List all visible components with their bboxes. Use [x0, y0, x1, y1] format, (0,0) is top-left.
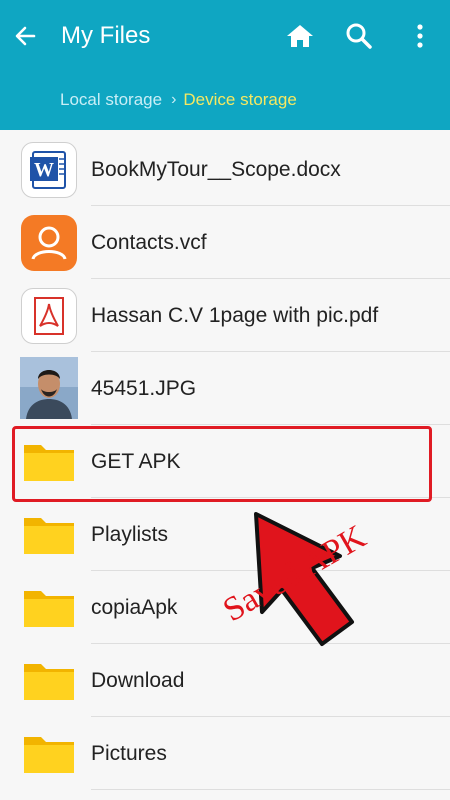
list-item[interactable]: Playlists [0, 499, 450, 571]
list-item[interactable]: 45451.JPG [0, 353, 450, 425]
divider [91, 424, 450, 425]
list-item[interactable]: Download [0, 645, 450, 717]
file-name: Hassan C.V 1page with pic.pdf [91, 304, 379, 327]
photo-thumbnail [20, 357, 78, 419]
breadcrumb: Local storage › Device storage [60, 90, 297, 110]
page-title: My Files [61, 22, 151, 49]
file-name: Pictures [91, 742, 167, 765]
breadcrumb-device-storage[interactable]: Device storage [183, 90, 296, 110]
folder-icon [24, 737, 74, 773]
back-arrow-icon[interactable] [8, 18, 44, 54]
divider [91, 278, 450, 279]
highlight-box [12, 426, 432, 502]
file-name: copiaApk [91, 596, 178, 619]
app-header: My Files Local storage › Device storage [0, 0, 450, 130]
contact-icon [21, 215, 77, 271]
home-icon[interactable] [282, 18, 318, 54]
list-item[interactable]: Hassan C.V 1page with pic.pdf [0, 280, 450, 352]
divider [91, 205, 450, 206]
breadcrumb-local-storage[interactable]: Local storage [60, 90, 162, 110]
word-doc-icon: W [21, 142, 77, 198]
pdf-icon [21, 288, 77, 344]
file-name: Download [91, 669, 185, 692]
svg-text:W: W [34, 159, 54, 181]
folder-icon [24, 518, 74, 554]
divider [91, 789, 450, 790]
file-name: 45451.JPG [91, 377, 197, 400]
list-item[interactable]: Pictures [0, 718, 450, 790]
list-item[interactable]: Contacts.vcf [0, 207, 450, 279]
file-name: Playlists [91, 523, 169, 546]
file-name: Contacts.vcf [91, 231, 207, 254]
search-icon[interactable] [341, 18, 377, 54]
divider [91, 716, 450, 717]
file-name: BookMyTour__Scope.docx [91, 158, 341, 181]
list-item[interactable]: W BookMyTour__Scope.docx [0, 134, 450, 206]
chevron-right-icon: › [171, 91, 177, 108]
more-vert-icon[interactable] [402, 18, 438, 54]
folder-icon [24, 591, 74, 627]
divider [91, 351, 450, 352]
folder-icon [24, 664, 74, 700]
